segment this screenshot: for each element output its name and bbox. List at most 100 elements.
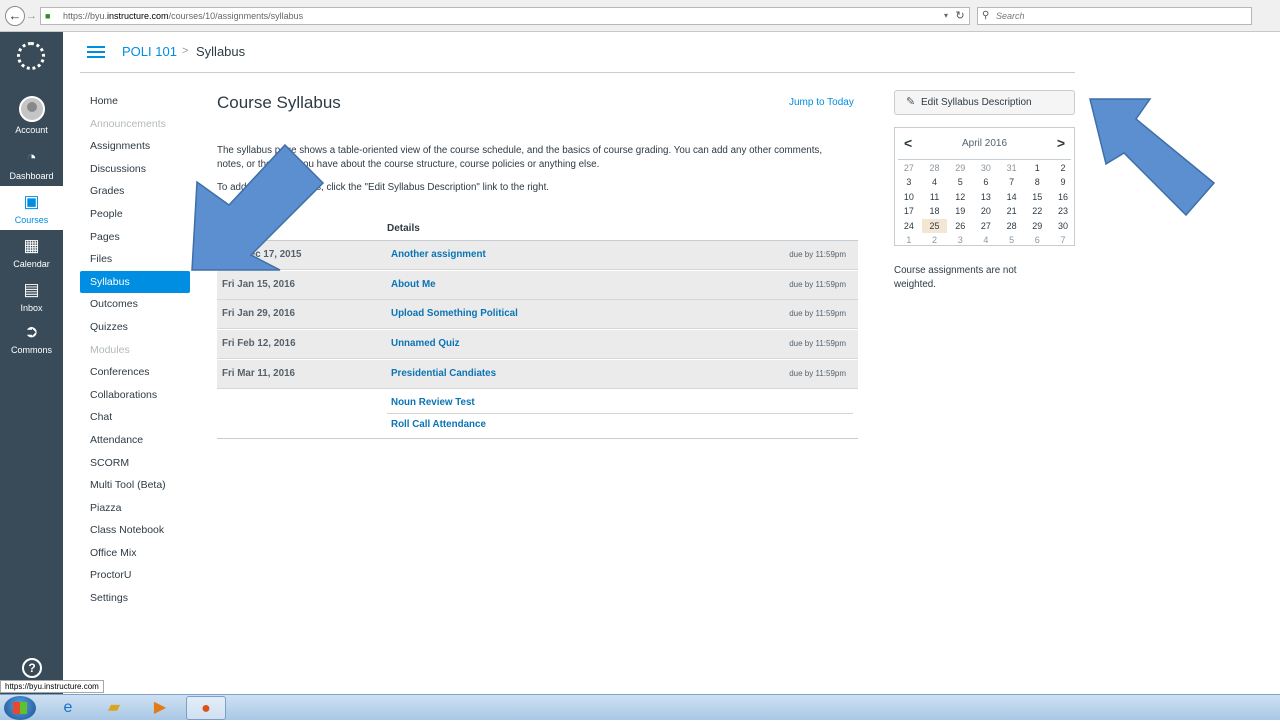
calendar-day[interactable]: 29 bbox=[947, 161, 973, 175]
course-nav-quizzes[interactable]: Quizzes bbox=[80, 316, 192, 339]
edit-syllabus-button[interactable]: ✎ Edit Syllabus Description bbox=[894, 90, 1075, 115]
calendar-day[interactable]: 4 bbox=[973, 233, 999, 247]
global-nav-commons[interactable]: ➲ Commons bbox=[0, 322, 63, 355]
calendar-day[interactable]: 26 bbox=[947, 219, 973, 233]
calendar-day[interactable]: 30 bbox=[1050, 219, 1076, 233]
calendar-day[interactable]: 5 bbox=[947, 175, 973, 189]
calendar-day[interactable]: 2 bbox=[922, 233, 948, 247]
help-icon[interactable]: ? bbox=[22, 658, 42, 678]
calendar-day[interactable]: 10 bbox=[896, 190, 922, 204]
calendar-day[interactable]: 24 bbox=[896, 219, 922, 233]
course-nav-announcements[interactable]: Announcements bbox=[80, 113, 192, 136]
calendar-day[interactable]: 14 bbox=[999, 190, 1025, 204]
calendar-day[interactable]: 5 bbox=[999, 233, 1025, 247]
calendar-day[interactable]: 3 bbox=[896, 175, 922, 189]
assignment-link[interactable]: Another assignment bbox=[391, 249, 486, 260]
calendar-day[interactable]: 21 bbox=[999, 204, 1025, 218]
global-nav-dashboard[interactable]: ◔ Dashboard bbox=[0, 148, 63, 181]
calendar-day[interactable]: 29 bbox=[1024, 219, 1050, 233]
calendar-day[interactable]: 12 bbox=[947, 190, 973, 204]
course-nav-conferences[interactable]: Conferences bbox=[80, 361, 192, 384]
assignment-link[interactable]: Upload Something Political bbox=[391, 308, 518, 319]
course-nav-proctoru[interactable]: ProctorU bbox=[80, 564, 192, 587]
course-nav-grades[interactable]: Grades bbox=[80, 180, 192, 203]
course-nav-multi-tool[interactable]: Multi Tool (Beta) bbox=[80, 474, 192, 497]
calendar-day[interactable]: 16 bbox=[1050, 190, 1076, 204]
assignment-link[interactable]: Presidential Candiates bbox=[391, 368, 496, 379]
forward-arrow-icon[interactable]: → bbox=[26, 9, 38, 23]
course-nav-pages[interactable]: Pages bbox=[80, 226, 192, 249]
course-nav-collaborations[interactable]: Collaborations bbox=[80, 384, 192, 407]
calendar-day[interactable]: 30 bbox=[973, 161, 999, 175]
dashboard-gauge-icon: ◔ bbox=[26, 148, 37, 167]
calendar-day[interactable]: 22 bbox=[1024, 204, 1050, 218]
calendar-day[interactable]: 19 bbox=[947, 204, 973, 218]
calendar-day[interactable]: 4 bbox=[922, 175, 948, 189]
calendar-day[interactable]: 20 bbox=[973, 204, 999, 218]
course-nav-attendance[interactable]: Attendance bbox=[80, 429, 192, 452]
global-nav-inbox[interactable]: ▤ Inbox bbox=[0, 280, 63, 313]
calendar-day[interactable]: 31 bbox=[999, 161, 1025, 175]
course-nav-chat[interactable]: Chat bbox=[80, 406, 192, 429]
start-icon[interactable] bbox=[4, 696, 36, 720]
row-due: due by 11:59pm bbox=[789, 339, 846, 348]
calendar-day[interactable]: 13 bbox=[973, 190, 999, 204]
global-nav-account[interactable]: Account bbox=[0, 96, 63, 135]
calendar-day[interactable]: 18 bbox=[922, 204, 948, 218]
firefox-icon[interactable]: ● bbox=[186, 696, 226, 720]
calendar-day[interactable]: 27 bbox=[973, 219, 999, 233]
calendar-day[interactable]: 1 bbox=[896, 233, 922, 247]
course-nav-assignments[interactable]: Assignments bbox=[80, 135, 192, 158]
course-nav-files[interactable]: Files bbox=[80, 248, 192, 271]
calendar-day[interactable]: 3 bbox=[947, 233, 973, 247]
calendar-icon: ▦ bbox=[23, 236, 40, 255]
course-nav-modules[interactable]: Modules bbox=[80, 339, 192, 362]
course-nav-office-mix[interactable]: Office Mix bbox=[80, 542, 192, 565]
calendar-day[interactable]: 8 bbox=[1024, 175, 1050, 189]
calendar-day[interactable]: 2 bbox=[1050, 161, 1076, 175]
calendar-day-today[interactable]: 25 bbox=[921, 218, 948, 233]
chevron-right-icon[interactable]: > bbox=[1057, 135, 1065, 151]
course-menu-toggle-icon[interactable] bbox=[87, 46, 105, 58]
back-arrow-icon[interactable]: ← bbox=[5, 6, 25, 26]
course-nav-settings[interactable]: Settings bbox=[80, 587, 192, 610]
assignment-link[interactable]: Unnamed Quiz bbox=[391, 338, 460, 349]
address-bar[interactable]: ■ https://byu.instructure.com/courses/10… bbox=[40, 7, 970, 25]
global-nav-calendar[interactable]: ▦ Calendar bbox=[0, 236, 63, 269]
calendar-day[interactable]: 7 bbox=[1050, 233, 1076, 247]
assignment-link[interactable]: Roll Call Attendance bbox=[391, 419, 486, 430]
calendar-day[interactable]: 11 bbox=[922, 190, 948, 204]
calendar-day[interactable]: 28 bbox=[922, 161, 948, 175]
calendar-day[interactable]: 7 bbox=[999, 175, 1025, 189]
calendar-day[interactable]: 6 bbox=[973, 175, 999, 189]
course-nav-discussions[interactable]: Discussions bbox=[80, 158, 192, 181]
media-player-icon[interactable]: ▶ bbox=[140, 696, 180, 720]
ie-icon[interactable]: e bbox=[48, 696, 88, 720]
calendar-day[interactable]: 28 bbox=[999, 219, 1025, 233]
assignment-link[interactable]: About Me bbox=[391, 279, 436, 290]
course-nav-outcomes[interactable]: Outcomes bbox=[80, 293, 192, 316]
global-nav-courses[interactable]: ▣ Courses bbox=[0, 186, 63, 230]
course-nav-piazza[interactable]: Piazza bbox=[80, 497, 192, 520]
calendar-day[interactable]: 9 bbox=[1050, 175, 1076, 189]
course-nav-class-notebook[interactable]: Class Notebook bbox=[80, 519, 192, 542]
calendar-header: < April 2016 > bbox=[898, 128, 1071, 160]
calendar-day[interactable]: 6 bbox=[1024, 233, 1050, 247]
assignment-link[interactable]: Noun Review Test bbox=[391, 397, 475, 408]
jump-to-today-link[interactable]: Jump to Today bbox=[789, 97, 854, 108]
browser-search-input[interactable]: ⚲ Search bbox=[977, 7, 1252, 25]
breadcrumb-course-link[interactable]: POLI 101 bbox=[122, 44, 177, 59]
canvas-logo-icon[interactable] bbox=[17, 42, 45, 70]
calendar-day[interactable]: 27 bbox=[896, 161, 922, 175]
calendar-day[interactable]: 1 bbox=[1024, 161, 1050, 175]
explorer-icon[interactable]: ▰ bbox=[94, 696, 134, 720]
url-dropdown-icon[interactable]: ▾ bbox=[944, 8, 948, 24]
course-nav-home[interactable]: Home bbox=[80, 90, 192, 113]
calendar-day[interactable]: 15 bbox=[1024, 190, 1050, 204]
calendar-day[interactable]: 23 bbox=[1050, 204, 1076, 218]
course-nav-people[interactable]: People bbox=[80, 203, 192, 226]
course-nav-syllabus[interactable]: Syllabus bbox=[80, 270, 190, 294]
calendar-day[interactable]: 17 bbox=[896, 204, 922, 218]
reload-icon[interactable]: ↻ bbox=[952, 8, 968, 24]
course-nav-scorm[interactable]: SCORM bbox=[80, 452, 192, 475]
